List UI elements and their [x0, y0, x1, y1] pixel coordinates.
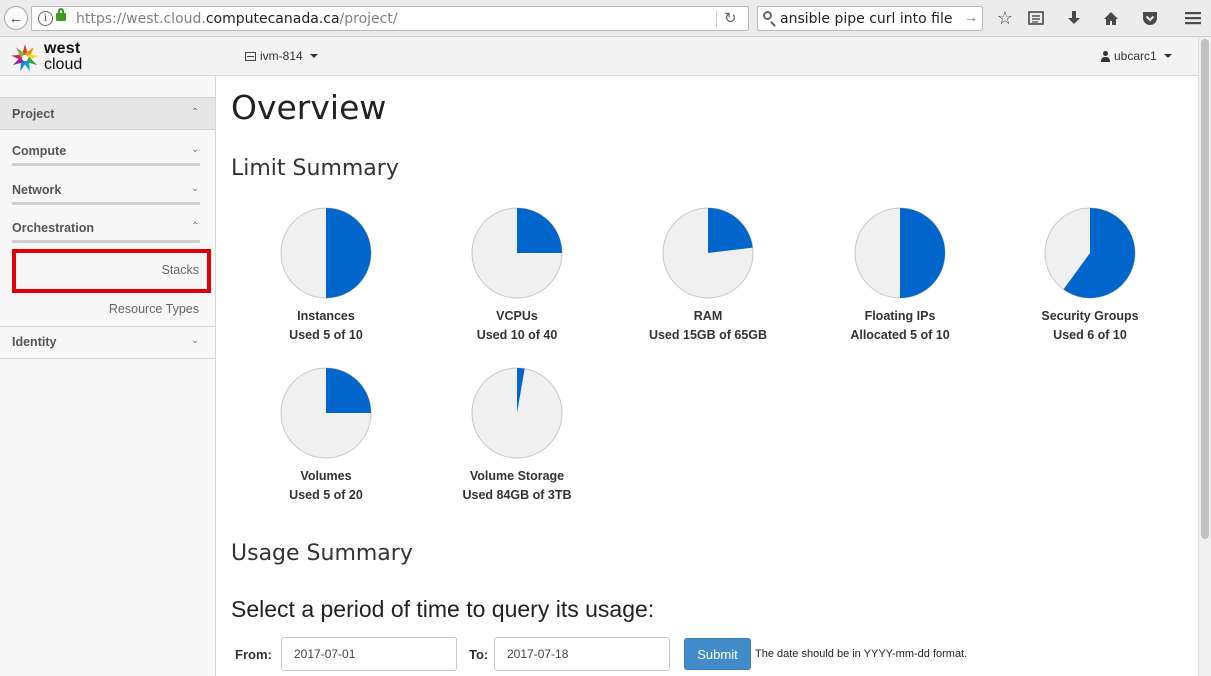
hamburger-menu-icon[interactable]: [1181, 6, 1205, 30]
limit-name: RAM: [693, 309, 723, 323]
limit-name: Security Groups: [1041, 309, 1139, 323]
server-icon: [245, 51, 256, 61]
browser-search-input[interactable]: ansible pipe curl into file →: [757, 6, 983, 31]
limit-summary-heading: Limit Summary: [231, 156, 399, 181]
limit-usage-text: Allocated 5 of 10: [850, 328, 950, 342]
pie-chart: [1044, 207, 1136, 299]
pie-chart: [662, 207, 754, 299]
limit-usage-text: Used 10 of 40: [476, 328, 558, 342]
pie-used-slice: [517, 208, 562, 253]
arrow-right-icon[interactable]: →: [964, 9, 978, 25]
download-icon[interactable]: [1062, 6, 1086, 30]
pie-used-slice: [708, 208, 753, 253]
sidebar-section-label: Network: [12, 183, 62, 197]
limit-card-security-groups: Security Groups Used 6 of 10: [995, 206, 1185, 342]
sidebar-section-network[interactable]: Network ⌄: [12, 169, 200, 205]
chevron-up-icon: ⌃: [191, 107, 200, 118]
sidebar-panel-project[interactable]: Project ⌃: [0, 97, 215, 130]
pocket-icon[interactable]: [1138, 6, 1162, 30]
pie-chart: [280, 207, 372, 299]
from-date-input[interactable]: [281, 637, 457, 671]
sidebar-panel-identity[interactable]: Identity ⌄: [0, 326, 215, 359]
sidebar-item-resource-types[interactable]: Resource Types: [109, 302, 199, 316]
to-label: To:: [469, 647, 489, 662]
date-format-help-text: The date should be in YYYY-mm-dd format.: [755, 648, 968, 660]
limit-card-floating-ips: Floating IPs Allocated 5 of 10: [805, 206, 995, 342]
submit-button[interactable]: Submit: [684, 638, 751, 670]
logo-mark-icon: [11, 44, 39, 72]
page-title: Overview: [231, 88, 387, 127]
chevron-down-icon: ⌄: [191, 335, 200, 346]
main-content: Overview Limit Summary Instances Used 5 o…: [216, 76, 1198, 676]
pie-used-slice: [900, 208, 945, 298]
top-navigation: west cloud ivm-814 ubcarc1: [0, 37, 1198, 76]
info-icon[interactable]: i: [38, 11, 53, 26]
caret-down-icon: [1163, 54, 1172, 58]
westcloud-logo[interactable]: west cloud: [9, 40, 99, 74]
sidebar-section-label: Orchestration: [12, 221, 94, 235]
limit-usage-text: Used 84GB of 3TB: [462, 488, 572, 502]
from-label: From:: [235, 647, 272, 662]
pie-used-slice: [326, 208, 371, 298]
sidebar-section-label: Compute: [12, 144, 67, 158]
limit-name: Instances: [297, 309, 355, 323]
pie-chart: [854, 207, 946, 299]
caret-down-icon: [309, 54, 318, 58]
pie-chart: [471, 367, 563, 459]
limit-usage-text: Used 5 of 20: [289, 488, 363, 502]
lock-icon: [56, 8, 66, 21]
user-name: ubcarc1: [1114, 49, 1157, 63]
logo-text-cloud: cloud: [44, 56, 83, 73]
pie-used-slice: [326, 368, 371, 413]
project-name: ivm-814: [260, 49, 303, 63]
limit-name: VCPUs: [496, 309, 538, 323]
pie-chart: [280, 367, 372, 459]
sidebar-section-compute[interactable]: Compute ⌄: [12, 130, 200, 166]
url-text[interactable]: https://west.cloud.computecanada.ca/proj…: [76, 11, 398, 27]
limit-card-volumes: Volumes Used 5 of 20: [231, 366, 421, 502]
reading-list-icon[interactable]: [1024, 6, 1048, 30]
usage-summary-heading: Usage Summary: [231, 541, 413, 566]
limit-usage-text: Used 5 of 10: [289, 328, 363, 342]
search-icon: [763, 11, 772, 20]
home-icon[interactable]: [1099, 6, 1123, 30]
chevron-down-icon: ⌄: [191, 144, 200, 155]
page-scrollbar[interactable]: [1198, 37, 1211, 676]
reload-icon[interactable]: ↻: [724, 9, 737, 27]
user-dropdown[interactable]: ubcarc1: [1101, 49, 1172, 63]
limit-name: Volumes: [300, 469, 352, 483]
sidebar: Project ⌃ Compute ⌄ Network ⌄ Orchestrat…: [0, 76, 216, 676]
bookmark-star-icon[interactable]: ☆: [993, 6, 1017, 30]
limit-usage-text: Used 6 of 10: [1053, 328, 1127, 342]
pie-chart: [471, 207, 563, 299]
sidebar-item-stacks[interactable]: Stacks: [161, 263, 199, 277]
url-divider: [716, 10, 717, 27]
limit-card-volume-storage: Volume Storage Used 84GB of 3TB: [422, 366, 612, 502]
sidebar-section-orchestration[interactable]: Orchestration ⌃: [12, 207, 200, 243]
limit-card-instances: Instances Used 5 of 10: [231, 206, 421, 342]
limit-name: Floating IPs: [864, 309, 936, 323]
browser-toolbar: ← i https://west.cloud.computecanada.ca/…: [0, 0, 1211, 37]
project-dropdown[interactable]: ivm-814: [245, 49, 318, 63]
back-arrow-icon[interactable]: ←: [4, 6, 28, 30]
limit-card-ram: RAM Used 15GB of 65GB: [613, 206, 803, 342]
limit-usage-text: Used 15GB of 65GB: [648, 328, 768, 342]
limit-name: Volume Storage: [469, 469, 565, 483]
scrollbar-thumb[interactable]: [1201, 39, 1209, 539]
search-query-text[interactable]: ansible pipe curl into file: [780, 11, 952, 27]
user-icon: [1101, 50, 1110, 62]
chevron-up-icon: ⌃: [191, 221, 200, 232]
sidebar-project-label: Project: [12, 107, 55, 121]
usage-query-heading: Select a period of time to query its usa…: [231, 596, 655, 622]
address-bar[interactable]: i https://west.cloud.computecanada.ca/pr…: [31, 6, 749, 31]
limit-card-vcpus: VCPUs Used 10 of 40: [422, 206, 612, 342]
to-date-input[interactable]: [494, 637, 670, 671]
sidebar-identity-label: Identity: [12, 335, 57, 349]
chevron-down-icon: ⌄: [191, 183, 200, 194]
